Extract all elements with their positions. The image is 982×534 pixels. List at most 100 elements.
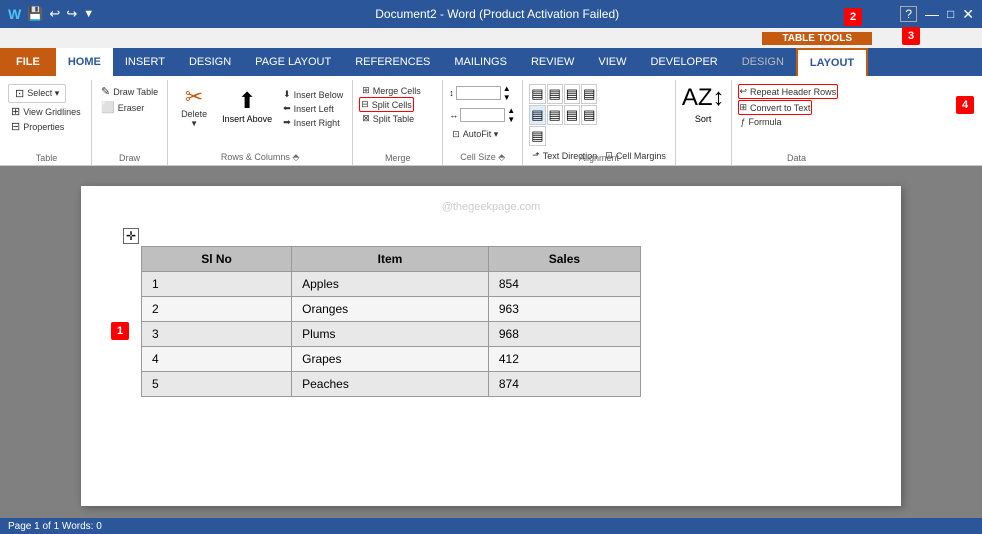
table-row: 4Grapes412	[142, 347, 641, 372]
tab-references[interactable]: REFERENCES	[343, 48, 442, 76]
insert-right-button[interactable]: ➡ Insert Right	[280, 116, 346, 129]
delete-icon: ✂	[185, 86, 203, 108]
insert-left-button[interactable]: ⬅ Insert Left	[280, 102, 346, 115]
repeat-header-icon: ↩	[740, 86, 748, 97]
merge-cells-icon: ⊞	[362, 85, 370, 96]
ribbon: ⊡ Select ▾ ⊞ View Gridlines ⊟ Properties…	[0, 76, 982, 166]
table-cell[interactable]: Oranges	[292, 297, 489, 322]
sort-button[interactable]: AZ↕	[682, 84, 725, 112]
close-button[interactable]: ✕	[962, 6, 974, 23]
tab-design-tools[interactable]: DESIGN	[730, 48, 796, 76]
ribbon-group-draw: ✎ Draw Table ⬜ Eraser Draw	[92, 80, 168, 165]
col-width-up[interactable]: ▲	[507, 106, 515, 115]
select-icon: ⊡	[15, 87, 24, 100]
align-tc-icon[interactable]: ▤	[547, 84, 563, 104]
row-height-up[interactable]: ▲	[503, 84, 511, 93]
help-button[interactable]: ?	[900, 6, 917, 22]
title-bar: W 💾 ↩ ↪ ▼ Document2 - Word (Product Acti…	[0, 0, 982, 28]
col-width-input[interactable]	[460, 108, 505, 122]
select-button[interactable]: ⊡ Select ▾	[8, 84, 66, 103]
data-table: Sl No Item Sales 1Apples8542Oranges9633P…	[141, 246, 641, 397]
status-text: Page 1 of 1 Words: 0	[8, 521, 102, 532]
undo-icon[interactable]: ↩	[49, 6, 60, 22]
row-height-icon: ↕	[449, 88, 454, 98]
table-cell[interactable]: 4	[142, 347, 292, 372]
quick-save-icon[interactable]: 💾	[27, 6, 43, 22]
document-title: Document2 - Word (Product Activation Fai…	[94, 7, 900, 21]
table-cell[interactable]: 5	[142, 372, 292, 397]
tab-home[interactable]: HOME	[56, 48, 113, 76]
redo-icon[interactable]: ↪	[66, 6, 77, 22]
col-width-icon: ↔	[449, 110, 458, 120]
tab-review[interactable]: REVIEW	[519, 48, 586, 76]
align-mr-icon[interactable]: ▤	[547, 105, 563, 125]
align-ml-icon[interactable]: ▤	[581, 84, 597, 104]
tab-design[interactable]: DESIGN	[177, 48, 243, 76]
align-tr-icon[interactable]: ▤	[564, 84, 580, 104]
tab-view[interactable]: VIEW	[586, 48, 638, 76]
align-mc-icon[interactable]: ▤	[529, 105, 545, 125]
tab-mailings[interactable]: MAILINGS	[442, 48, 519, 76]
tab-pagelayout[interactable]: PAGE LAYOUT	[243, 48, 343, 76]
align-br-icon[interactable]: ▤	[529, 126, 545, 146]
table-cell[interactable]: Peaches	[292, 372, 489, 397]
table-cell[interactable]: 854	[488, 272, 640, 297]
align-bc-icon[interactable]: ▤	[581, 105, 597, 125]
ribbon-group-sort: AZ↕ Sort	[676, 80, 732, 165]
align-bl-icon[interactable]: ▤	[564, 105, 580, 125]
table-cell[interactable]: 968	[488, 322, 640, 347]
autofit-icon: ⊡	[452, 129, 460, 140]
view-gridlines-button[interactable]: ⊞ View Gridlines	[8, 104, 84, 119]
formula-icon: ƒ	[741, 117, 746, 127]
draw-table-button[interactable]: ✎ Draw Table	[98, 84, 161, 99]
context-tools-bar: TABLE TOOLS	[0, 28, 982, 48]
alignment-group-label: Alignment	[523, 153, 675, 163]
row-height-input[interactable]	[456, 86, 501, 100]
cell-size-group-label: Cell Size ⬘	[443, 152, 522, 163]
merge-cells-button[interactable]: ⊞ Merge Cells	[359, 84, 424, 97]
eraser-button[interactable]: ⬜ Eraser	[98, 100, 147, 115]
window-controls: ? — □ ✕	[900, 6, 974, 23]
convert-to-text-button[interactable]: ⊞ Convert to Text	[738, 100, 813, 115]
insert-below-button[interactable]: ⬇ Insert Below	[280, 88, 346, 101]
ribbon-group-merge: ⊞ Merge Cells ⊟ Split Cells ⊠ Split Tabl…	[353, 80, 443, 165]
tab-developer[interactable]: DEVELOPER	[638, 48, 729, 76]
gridlines-icon: ⊞	[11, 105, 20, 118]
table-cell[interactable]: 412	[488, 347, 640, 372]
split-cells-icon: ⊟	[361, 99, 369, 110]
tab-file[interactable]: FILE	[0, 48, 56, 76]
properties-button[interactable]: ⊟ Properties	[8, 119, 67, 134]
minimize-button[interactable]: —	[925, 6, 939, 22]
formula-button[interactable]: ƒ Formula	[738, 116, 785, 128]
customize-icon[interactable]: ▼	[83, 8, 94, 20]
table-cell[interactable]: 874	[488, 372, 640, 397]
tab-layout[interactable]: LAYOUT	[796, 48, 868, 76]
align-tl-icon[interactable]: ▤	[529, 84, 545, 104]
autofit-button[interactable]: ⊡ AutoFit ▾	[449, 128, 501, 141]
document-page: @thegeekpage.com 1 ✛ Sl No Item Sales 1A…	[81, 186, 901, 506]
convert-text-icon: ⊞	[740, 102, 748, 113]
table-cell[interactable]: 3	[142, 322, 292, 347]
maximize-button[interactable]: □	[947, 7, 954, 21]
watermark: @thegeekpage.com	[442, 201, 541, 213]
table-header-sales: Sales	[488, 247, 640, 272]
delete-button[interactable]: ✂ Delete ▼	[174, 84, 214, 130]
table-cell[interactable]: Grapes	[292, 347, 489, 372]
col-width-down[interactable]: ▼	[507, 115, 515, 124]
table-cell[interactable]: Apples	[292, 272, 489, 297]
insert-above-button[interactable]: ⬆ Insert Above	[216, 86, 278, 126]
table-cell[interactable]: 2	[142, 297, 292, 322]
table-move-handle[interactable]: ✛	[123, 228, 139, 244]
rows-columns-group-label: Rows & Columns ⬘	[168, 152, 352, 163]
table-cell[interactable]: 1	[142, 272, 292, 297]
table-header-slno: Sl No	[142, 247, 292, 272]
split-table-button[interactable]: ⊠ Split Table	[359, 112, 417, 125]
row-height-down[interactable]: ▼	[503, 93, 511, 102]
split-cells-button[interactable]: ⊟ Split Cells	[359, 97, 414, 112]
data-group-label: Data	[732, 153, 862, 163]
tab-insert[interactable]: INSERT	[113, 48, 177, 76]
table-cell[interactable]: 963	[488, 297, 640, 322]
table-cell[interactable]: Plums	[292, 322, 489, 347]
repeat-header-rows-button[interactable]: ↩ Repeat Header Rows	[738, 84, 839, 99]
sort-icon: AZ↕	[682, 84, 725, 111]
